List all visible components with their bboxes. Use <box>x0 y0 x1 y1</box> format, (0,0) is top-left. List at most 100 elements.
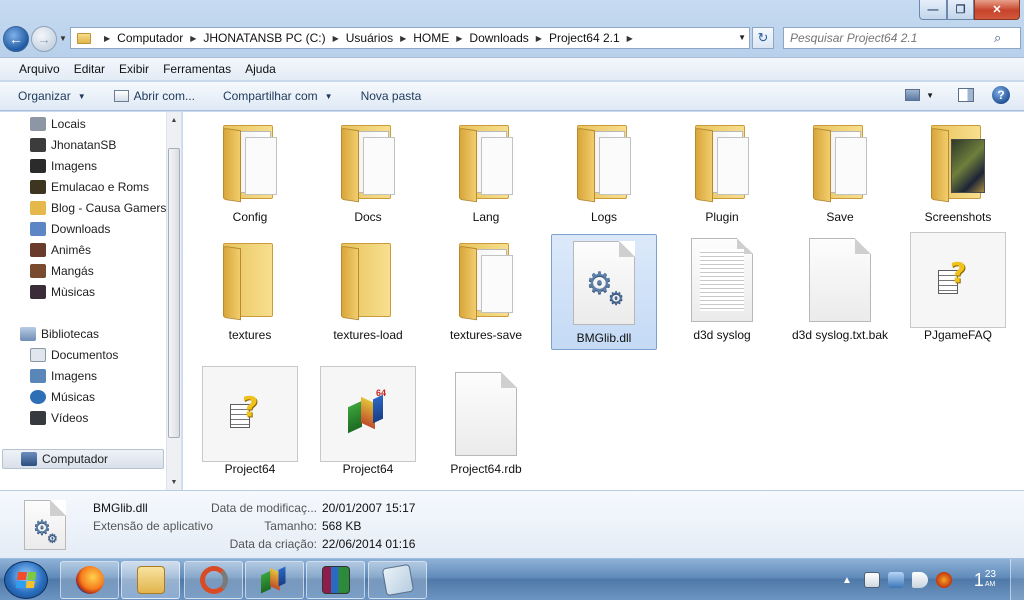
file-item[interactable]: textures <box>197 232 303 348</box>
sidebar-item-computador[interactable]: Computador <box>2 449 164 469</box>
menu-ajuda[interactable]: Ajuda <box>245 62 276 76</box>
back-button[interactable]: ← <box>3 26 29 52</box>
start-button[interactable] <box>4 561 48 599</box>
chevron-right-icon[interactable]: ▶ <box>190 34 196 43</box>
volume-icon[interactable] <box>911 572 928 588</box>
sidebar-item-musicas[interactable]: Mùsicas <box>30 282 95 301</box>
file-name: d3d syslog <box>693 328 751 342</box>
taskbar-notepad[interactable] <box>368 561 427 599</box>
sidebar-item-jhonatansb[interactable]: JhonatanSB <box>30 135 116 154</box>
search-box[interactable]: ⌕ <box>783 27 1021 49</box>
file-item[interactable]: Screenshots <box>905 114 1011 230</box>
sidebar-item-locais[interactable]: Locais <box>30 114 86 133</box>
taskbar-winrar[interactable] <box>306 561 365 599</box>
folder-icon <box>320 232 416 328</box>
sidebar-item-label: Mùsicas <box>51 284 96 299</box>
search-input[interactable] <box>784 31 994 45</box>
sidebar-item-mangas[interactable]: Mangás <box>30 261 94 280</box>
taskbar-firefox[interactable] <box>60 561 119 599</box>
chevron-right-icon[interactable]: ▶ <box>456 34 462 43</box>
organize-button[interactable]: Organizar ▼ <box>18 89 86 103</box>
file-item[interactable]: Project64.rdb <box>433 366 539 482</box>
sidebar-item-label: Animês <box>51 242 92 257</box>
sidebar-item-label: Emulacao e Roms <box>51 179 150 194</box>
chevron-right-icon[interactable]: ▶ <box>400 34 406 43</box>
file-item[interactable]: d3d syslog.txt.bak <box>787 232 893 348</box>
address-history-chevron-icon[interactable]: ▼ <box>738 33 746 42</box>
breadcrumb-drive[interactable]: JHONATANSB PC (C:) <box>203 31 325 45</box>
chevron-right-icon[interactable]: ▶ <box>536 34 542 43</box>
action-center-flag-icon[interactable] <box>863 572 880 588</box>
chevron-right-icon[interactable]: ▶ <box>627 34 633 43</box>
chevron-right-icon[interactable]: ▶ <box>104 34 110 43</box>
search-icon[interactable]: ⌕ <box>994 30 1001 46</box>
clock-minute: 23 <box>984 569 996 580</box>
view-options-chevron-icon[interactable]: ▼ <box>926 91 934 100</box>
chevron-right-icon[interactable]: ▶ <box>333 34 339 43</box>
preview-pane-icon[interactable] <box>958 88 974 102</box>
folder-icon <box>77 32 91 44</box>
antivirus-icon[interactable] <box>935 572 952 588</box>
breadcrumb-computador[interactable]: Computador <box>117 31 183 45</box>
breadcrumb-usuarios[interactable]: Usuários <box>346 31 393 45</box>
file-name: Project64 <box>342 462 394 476</box>
breadcrumb-home[interactable]: HOME <box>413 31 449 45</box>
file-item[interactable]: ? PJgameFAQ <box>905 232 1011 348</box>
network-icon[interactable] <box>887 572 904 588</box>
file-item[interactable]: Save <box>787 114 893 230</box>
minimize-button[interactable]: — <box>919 0 947 20</box>
change-view-icon[interactable] <box>905 89 921 101</box>
file-item[interactable]: Docs <box>315 114 421 230</box>
address-bar[interactable]: ▶ Computador ▶ JHONATANSB PC (C:) ▶ Usuá… <box>70 27 750 49</box>
sidebar-item-animes[interactable]: Animês <box>30 240 91 259</box>
show-hidden-icons-icon[interactable]: ▲ <box>842 575 852 586</box>
scroll-down-arrow-icon[interactable]: ▼ <box>167 474 181 490</box>
clock[interactable]: 1 23 AM <box>974 569 996 591</box>
share-with-button[interactable]: Compartilhar com ▼ <box>223 89 333 103</box>
taskbar-recorder[interactable] <box>184 561 243 599</box>
open-with-button[interactable]: Abrir com... <box>113 89 195 103</box>
sidebar-item-videos[interactable]: Vídeos <box>30 408 88 427</box>
forward-button[interactable]: → <box>31 26 57 52</box>
file-item[interactable]: Logs <box>551 114 657 230</box>
file-item[interactable]: Config <box>197 114 303 230</box>
file-item[interactable]: textures-load <box>315 232 421 348</box>
breadcrumb-downloads[interactable]: Downloads <box>469 31 528 45</box>
file-item[interactable]: Plugin <box>669 114 775 230</box>
windows-logo-icon <box>15 572 37 588</box>
sidebar-libraries[interactable]: Bibliotecas <box>20 324 99 343</box>
refresh-button[interactable]: ↻ <box>752 27 774 49</box>
file-item[interactable]: textures-save <box>433 232 539 348</box>
taskbar-explorer[interactable] <box>121 561 180 599</box>
menu-editar[interactable]: Editar <box>74 62 105 76</box>
help-icon[interactable]: ? <box>992 86 1010 104</box>
taskbar-project64[interactable] <box>245 561 304 599</box>
breadcrumb-project64[interactable]: Project64 2.1 <box>549 31 620 45</box>
sidebar-item-documentos[interactable]: Documentos <box>30 345 118 364</box>
sidebar-item-imagens[interactable]: Imagens <box>30 156 97 175</box>
sidebar-item-lib-musicas[interactable]: Músicas <box>30 387 95 406</box>
sidebar-item-blog[interactable]: Blog - Causa Gamers <box>30 198 166 217</box>
file-item-selected[interactable]: ⚙ ⚙ BMGlib.dll <box>551 234 657 350</box>
file-item[interactable]: 64 Project64 <box>315 366 421 482</box>
new-folder-button[interactable]: Nova pasta <box>361 89 422 103</box>
sidebar-item-lib-imagens[interactable]: Imagens <box>30 366 97 385</box>
sidebar-scrollbar[interactable]: ▲ ▼ <box>166 112 181 490</box>
close-button[interactable]: ✕ <box>974 0 1020 20</box>
sidebar-item-emulacao[interactable]: Emulacao e Roms <box>30 177 149 196</box>
file-item[interactable]: d3d syslog <box>669 232 775 348</box>
file-name: d3d syslog.txt.bak <box>791 328 889 342</box>
sidebar-item-downloads[interactable]: Downloads <box>30 219 110 238</box>
menu-arquivo[interactable]: Arquivo <box>19 62 60 76</box>
menu-exibir[interactable]: Exibir <box>119 62 149 76</box>
scrollbar-thumb[interactable] <box>168 148 180 438</box>
open-with-label: Abrir com... <box>133 89 195 103</box>
file-item[interactable]: ? Project64 <box>197 366 303 482</box>
maximize-button[interactable]: ❐ <box>947 0 974 20</box>
recent-pages-chevron-icon[interactable]: ▼ <box>59 34 67 43</box>
details-created-row: Data da criação: 22/06/2014 01:16 <box>180 537 480 551</box>
scroll-up-arrow-icon[interactable]: ▲ <box>167 112 181 128</box>
file-item[interactable]: Lang <box>433 114 539 230</box>
show-desktop-button[interactable] <box>1010 559 1024 600</box>
menu-ferramentas[interactable]: Ferramentas <box>163 62 231 76</box>
